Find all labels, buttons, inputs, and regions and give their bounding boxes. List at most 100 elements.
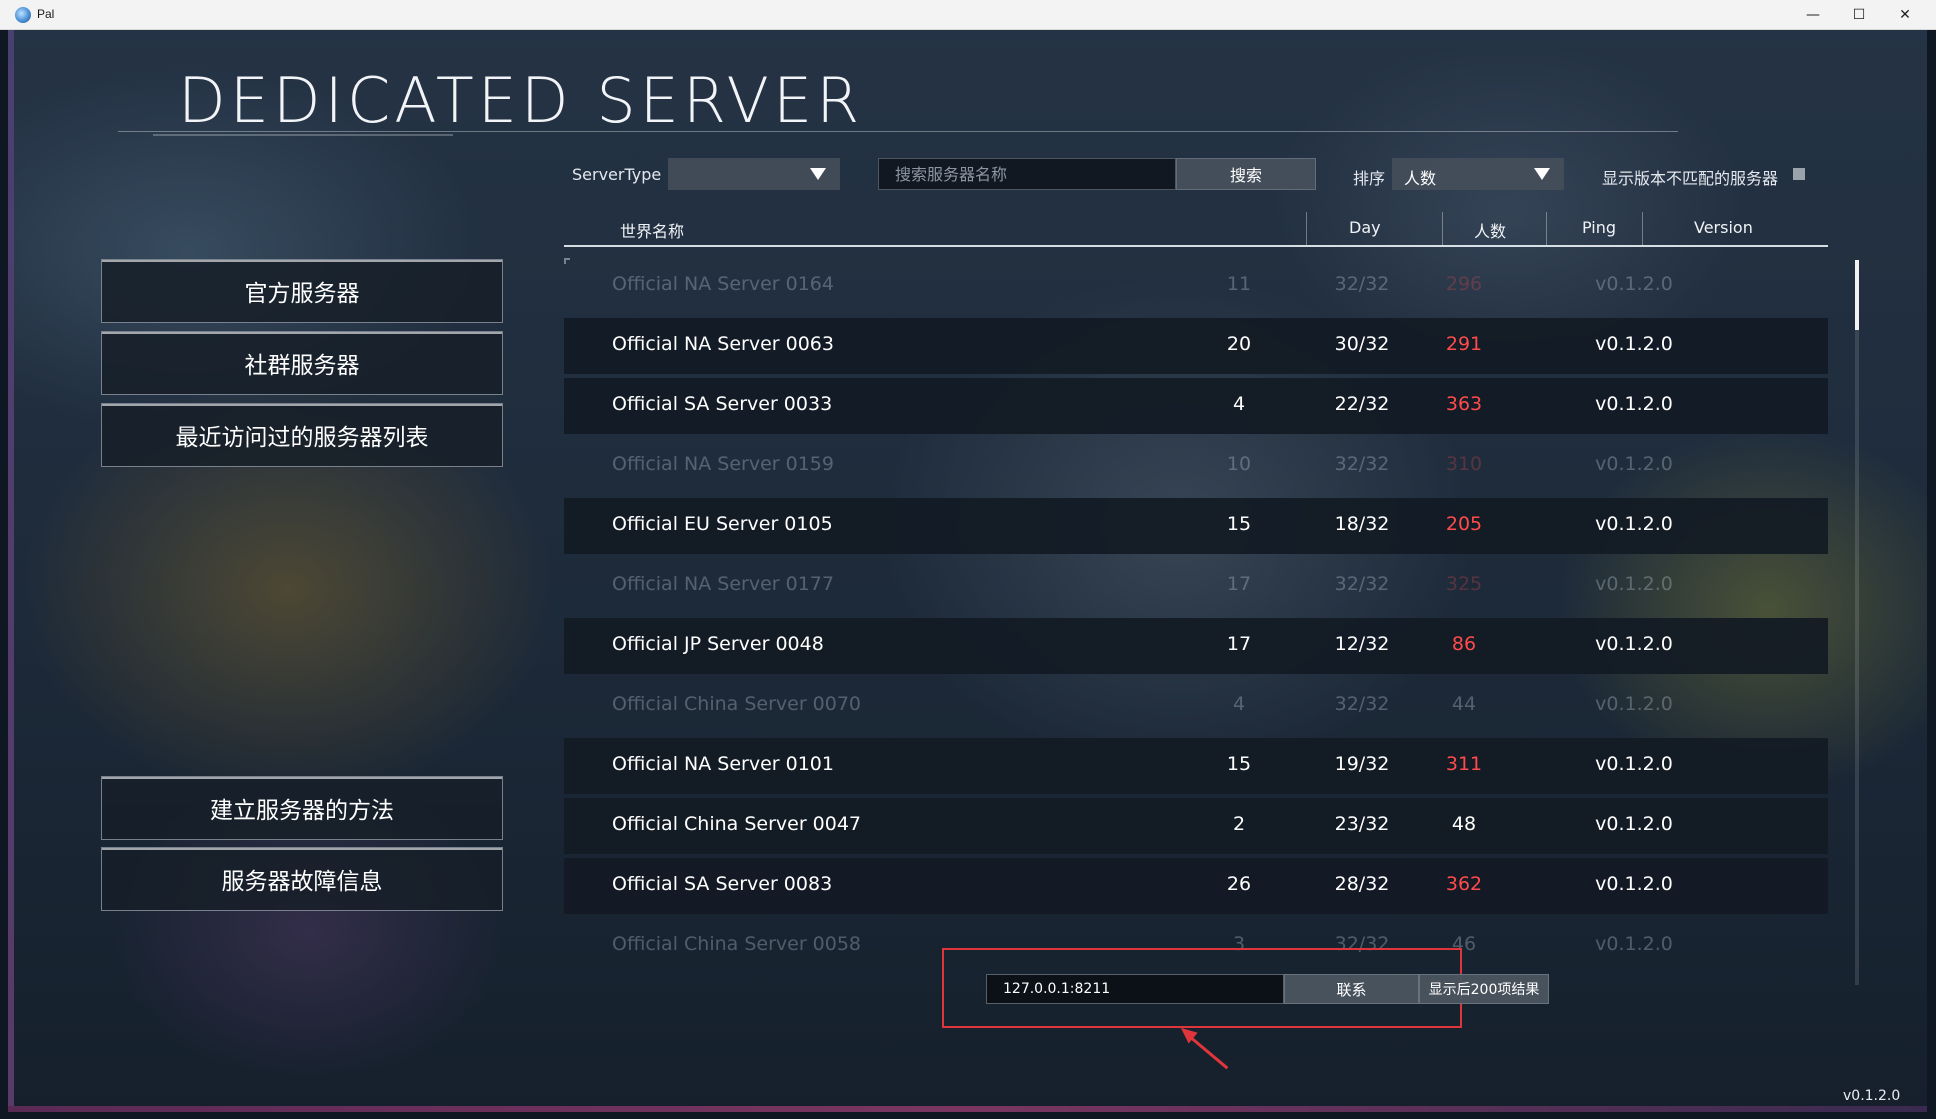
column-world-name[interactable]: 世界名称 — [620, 218, 684, 242]
server-address-input[interactable] — [986, 974, 1284, 1004]
table-row[interactable]: Official SA Server 0083 26 28/32 362 v0.1.2.… — [564, 858, 1828, 914]
server-players-cell: 28/32 — [1334, 873, 1390, 895]
server-name-cell: Official EU Server 0105 — [612, 513, 833, 535]
server-ping-cell: 86 — [1451, 633, 1477, 655]
server-day-cell: 4 — [1232, 693, 1246, 715]
close-button[interactable]: ✕ — [1882, 0, 1928, 30]
server-type-label: ServerType — [572, 165, 662, 184]
table-row[interactable]: Official NA Server 0159 10 32/32 310 v0.1.2.… — [564, 438, 1828, 494]
table-row[interactable]: Official NA Server 0177 17 32/32 325 v0.1.2.… — [564, 558, 1828, 614]
maximize-button[interactable]: ☐ — [1836, 0, 1882, 30]
pal-app-icon — [15, 7, 31, 23]
server-day-cell: 15 — [1226, 753, 1252, 775]
column-players[interactable]: 人数 — [1474, 218, 1506, 242]
window-titlebar: Pal — ☐ ✕ — [0, 0, 1936, 30]
column-separator — [1546, 212, 1547, 245]
server-ping-cell: 205 — [1445, 513, 1483, 535]
server-type-dropdown[interactable] — [668, 158, 840, 190]
server-ping-cell: 311 — [1445, 753, 1483, 775]
game-screen: DEDICATED SERVER 官方服务器 社群服务器 最近访问过的服务器列表… — [8, 30, 1927, 1112]
title-divider-accent — [153, 134, 453, 136]
server-version-cell: v0.1.2.0 — [1595, 333, 1673, 355]
list-scrollbar-track[interactable] — [1855, 260, 1859, 985]
server-version-cell: v0.1.2.0 — [1595, 693, 1673, 715]
minimize-button[interactable]: — — [1790, 0, 1836, 30]
server-list: Official NA Server 0164 11 32/32 296 v0.1.2.… — [564, 258, 1828, 988]
server-version-cell: v0.1.2.0 — [1595, 513, 1673, 535]
server-day-cell: 11 — [1226, 273, 1252, 295]
table-row[interactable]: Official JP Server 0048 17 12/32 86 v0.1.2.0 — [564, 618, 1828, 674]
column-ping[interactable]: Ping — [1582, 218, 1616, 237]
server-day-cell: 2 — [1232, 813, 1246, 835]
server-players-cell: 32/32 — [1334, 273, 1390, 295]
server-players-cell: 19/32 — [1334, 753, 1390, 775]
server-name-cell: Official JP Server 0048 — [612, 633, 824, 655]
show-more-results-button[interactable]: 显示后200项结果 — [1419, 974, 1549, 1004]
server-version-cell: v0.1.2.0 — [1595, 933, 1673, 955]
menu-how-to-host-button[interactable]: 建立服务器的方法 — [101, 776, 503, 840]
column-separator — [1306, 212, 1307, 245]
game-version-label: v0.1.2.0 — [1843, 1088, 1901, 1104]
server-version-cell: v0.1.2.0 — [1595, 453, 1673, 475]
server-day-cell: 26 — [1226, 873, 1252, 895]
connect-button[interactable]: 联系 — [1284, 974, 1419, 1004]
table-row[interactable]: Official China Server 0047 2 23/32 48 v0.1.2… — [564, 798, 1828, 854]
server-version-cell: v0.1.2.0 — [1595, 273, 1673, 295]
server-name-cell: Official NA Server 0177 — [612, 573, 834, 595]
column-version[interactable]: Version — [1694, 218, 1753, 237]
server-players-cell: 32/32 — [1334, 453, 1390, 475]
server-day-cell: 20 — [1226, 333, 1252, 355]
menu-community-servers-button[interactable]: 社群服务器 — [101, 331, 503, 395]
title-divider — [118, 131, 1678, 132]
server-players-cell: 32/32 — [1334, 573, 1390, 595]
server-ping-cell: 310 — [1445, 453, 1483, 475]
server-day-cell: 15 — [1226, 513, 1252, 535]
server-name-cell: Official SA Server 0033 — [612, 393, 833, 415]
server-ping-cell: 48 — [1451, 813, 1477, 835]
server-version-cell: v0.1.2.0 — [1595, 573, 1673, 595]
column-day[interactable]: Day — [1349, 218, 1381, 237]
bottom-accent — [8, 1106, 1927, 1112]
server-players-cell: 22/32 — [1334, 393, 1390, 415]
list-scrollbar-thumb[interactable] — [1855, 260, 1859, 330]
server-name-cell: Official China Server 0058 — [612, 933, 862, 955]
triangle-down-icon — [810, 168, 826, 180]
table-row[interactable]: Official NA Server 0101 15 19/32 311 v0.1.2.… — [564, 738, 1828, 794]
server-players-cell: 18/32 — [1334, 513, 1390, 535]
server-search-input[interactable] — [878, 158, 1176, 190]
server-version-cell: v0.1.2.0 — [1595, 873, 1673, 895]
sort-dropdown[interactable]: 人数 — [1392, 158, 1564, 190]
server-day-cell: 17 — [1226, 633, 1252, 655]
show-mismatch-checkbox[interactable] — [1793, 168, 1805, 180]
server-version-cell: v0.1.2.0 — [1595, 813, 1673, 835]
server-name-cell: Official NA Server 0164 — [612, 273, 834, 295]
sort-label: 排序 — [1353, 169, 1386, 188]
column-separator — [1642, 212, 1643, 245]
side-accent — [8, 30, 14, 1112]
server-ping-cell: 291 — [1445, 333, 1483, 355]
server-ping-cell: 362 — [1445, 873, 1483, 895]
server-name-cell: Official NA Server 0159 — [612, 453, 834, 475]
triangle-down-icon — [1534, 168, 1550, 180]
table-row[interactable]: Official EU Server 0105 15 18/32 205 v0.1.2.… — [564, 498, 1828, 554]
server-ping-cell: 325 — [1445, 573, 1483, 595]
page-title: DEDICATED SERVER — [178, 64, 864, 137]
server-version-cell: v0.1.2.0 — [1595, 633, 1673, 655]
menu-official-servers-button[interactable]: 官方服务器 — [101, 259, 503, 323]
server-version-cell: v0.1.2.0 — [1595, 753, 1673, 775]
menu-server-issues-button[interactable]: 服务器故障信息 — [101, 847, 503, 911]
server-day-cell: 4 — [1232, 393, 1246, 415]
server-ping-cell: 44 — [1451, 693, 1477, 715]
table-row[interactable]: Official China Server 0070 4 32/32 44 v0.1.2… — [564, 678, 1828, 734]
table-row[interactable]: Official NA Server 0063 20 30/32 291 v0.1.2.… — [564, 318, 1828, 374]
server-name-cell: Official China Server 0070 — [612, 693, 862, 715]
show-mismatch-label: 显示版本不匹配的服务器 — [1602, 169, 1779, 188]
server-players-cell: 12/32 — [1334, 633, 1390, 655]
server-version-cell: v0.1.2.0 — [1595, 393, 1673, 415]
menu-recent-servers-button[interactable]: 最近访问过的服务器列表 — [101, 403, 503, 467]
table-row[interactable]: Official NA Server 0164 11 32/32 296 v0.1.2.… — [564, 258, 1828, 314]
search-button[interactable]: 搜索 — [1176, 158, 1316, 190]
table-row[interactable]: Official SA Server 0033 4 22/32 363 v0.1.2.0 — [564, 378, 1828, 434]
server-players-cell: 32/32 — [1334, 693, 1390, 715]
server-players-cell: 30/32 — [1334, 333, 1390, 355]
